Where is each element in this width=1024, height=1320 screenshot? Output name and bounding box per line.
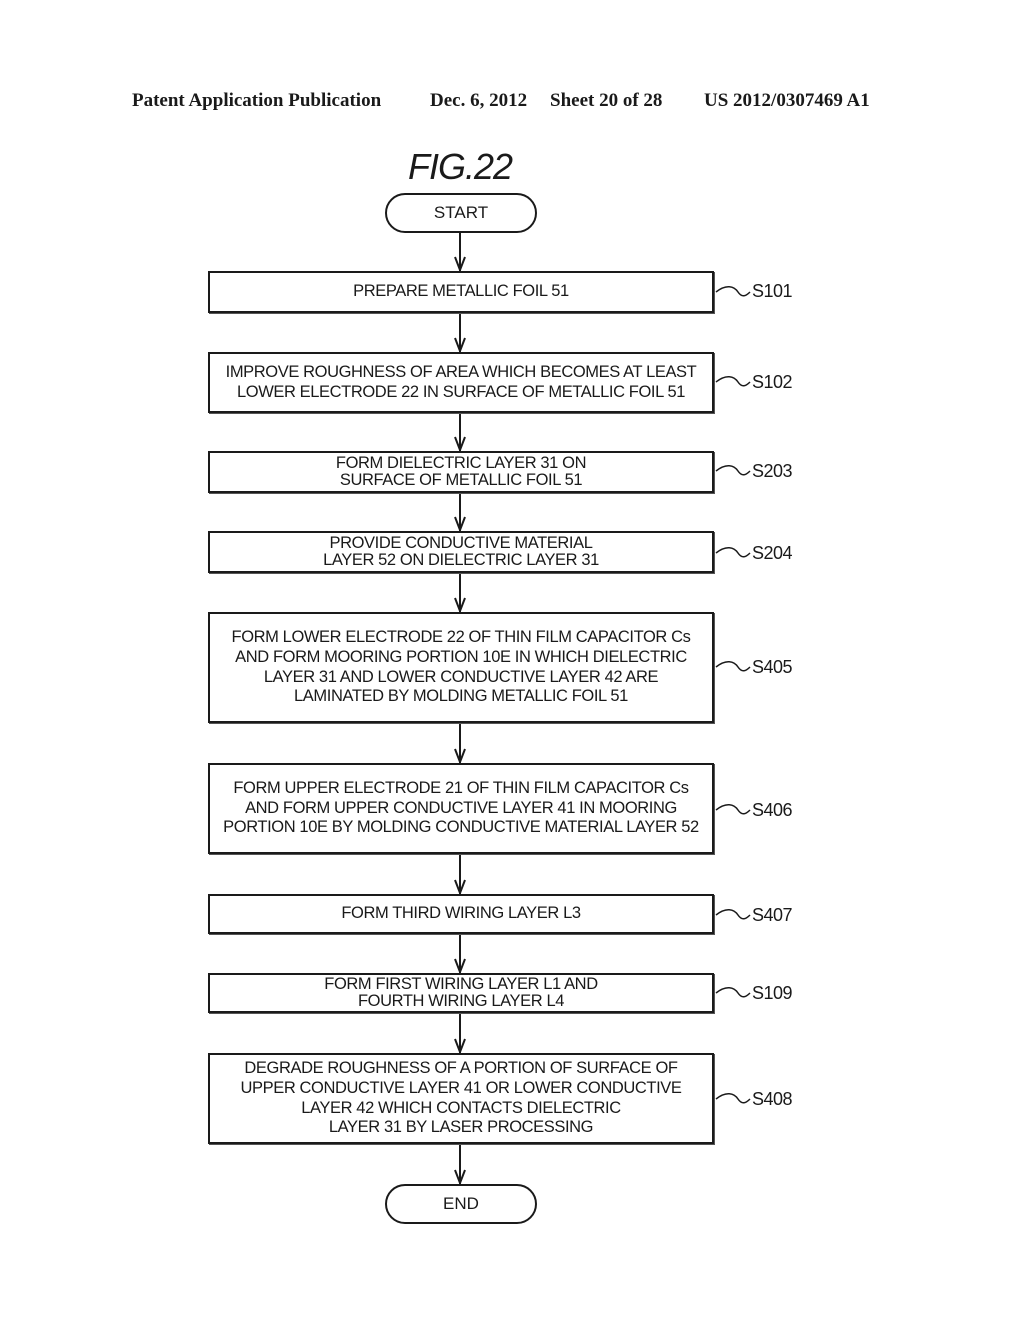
leader-squiggle: [715, 376, 751, 387]
step-text: FORM LOWER ELECTRODE 22 OF THIN FILM CAP…: [231, 627, 691, 706]
step-box-s101: PREPARE METALLIC FOIL 51: [208, 271, 714, 313]
arrow-head-icon: [454, 337, 466, 354]
leader-squiggle: [715, 1093, 751, 1104]
arrow-head-icon: [454, 436, 466, 453]
step-text: FORM DIELECTRIC LAYER 31 ON SURFACE OF M…: [335, 453, 587, 489]
step-label-s101: S101: [752, 281, 793, 301]
step-label-s203: S203: [752, 461, 793, 481]
step-text: IMPROVE ROUGHNESS OF AREA WHICH BECOMES …: [225, 362, 697, 401]
start-terminal: START: [385, 193, 537, 233]
step-box-s408: DEGRADE ROUGHNESS OF A PORTION OF SURFAC…: [208, 1053, 714, 1144]
end-terminal: END: [385, 1184, 537, 1224]
step-label-s408: S408: [752, 1089, 793, 1109]
arrow-head-icon: [454, 516, 466, 533]
step-label-s204: S204: [752, 543, 793, 563]
start-label: START: [433, 203, 489, 222]
leader-squiggle: [715, 804, 751, 815]
step-box-s405: FORM LOWER ELECTRODE 22 OF THIN FILM CAP…: [208, 612, 714, 723]
step-text: FORM UPPER ELECTRODE 21 OF THIN FILM CAP…: [223, 778, 699, 837]
arrow-head-icon: [454, 958, 466, 975]
leader-squiggle: [715, 547, 751, 558]
step-box-s204: PROVIDE CONDUCTIVE MATERIAL LAYER 52 ON …: [208, 531, 714, 573]
step-label-s109: S109: [752, 983, 793, 1003]
step-box-s109: FORM FIRST WIRING LAYER L1 AND FOURTH WI…: [208, 973, 714, 1013]
step-label-s102: S102: [752, 372, 793, 392]
step-box-s407: FORM THIRD WIRING LAYER L3: [208, 894, 714, 934]
arrow-head-icon: [454, 1038, 466, 1055]
step-text: FORM THIRD WIRING LAYER L3: [341, 904, 581, 923]
publication-type: Patent Application Publication: [132, 90, 382, 111]
arrow-head-icon: [454, 748, 466, 765]
step-label-s406: S406: [752, 800, 793, 820]
leader-squiggle: [715, 987, 751, 998]
arrow-head-icon: [454, 879, 466, 896]
step-text: PROVIDE CONDUCTIVE MATERIAL LAYER 52 ON …: [323, 533, 599, 569]
leader-squiggle: [715, 661, 751, 672]
leader-squiggle: [715, 286, 751, 297]
end-label: END: [443, 1194, 479, 1213]
patent-number: US 2012/0307469 A1: [704, 90, 870, 111]
leader-squiggle: [715, 909, 751, 920]
figure-title: FIG.22: [407, 146, 513, 187]
step-text: FORM FIRST WIRING LAYER L1 AND FOURTH WI…: [324, 974, 598, 1010]
step-box-s102: IMPROVE ROUGHNESS OF AREA WHICH BECOMES …: [208, 352, 714, 413]
step-box-s406: FORM UPPER ELECTRODE 21 OF THIN FILM CAP…: [208, 763, 714, 854]
step-box-s203: FORM DIELECTRIC LAYER 31 ON SURFACE OF M…: [208, 451, 714, 493]
arrow-head-icon: [454, 256, 466, 273]
step-label-s407: S407: [752, 905, 793, 925]
arrow-head-icon: [454, 597, 466, 614]
step-label-s405: S405: [752, 657, 793, 677]
step-text: PREPARE METALLIC FOIL 51: [353, 282, 569, 301]
sheet-number: Sheet 20 of 28: [550, 90, 663, 111]
step-text: DEGRADE ROUGHNESS OF A PORTION OF SURFAC…: [240, 1058, 682, 1137]
leader-squiggle: [715, 465, 751, 476]
publication-date: Dec. 6, 2012: [430, 90, 528, 111]
arrow-head-icon: [454, 1169, 466, 1186]
